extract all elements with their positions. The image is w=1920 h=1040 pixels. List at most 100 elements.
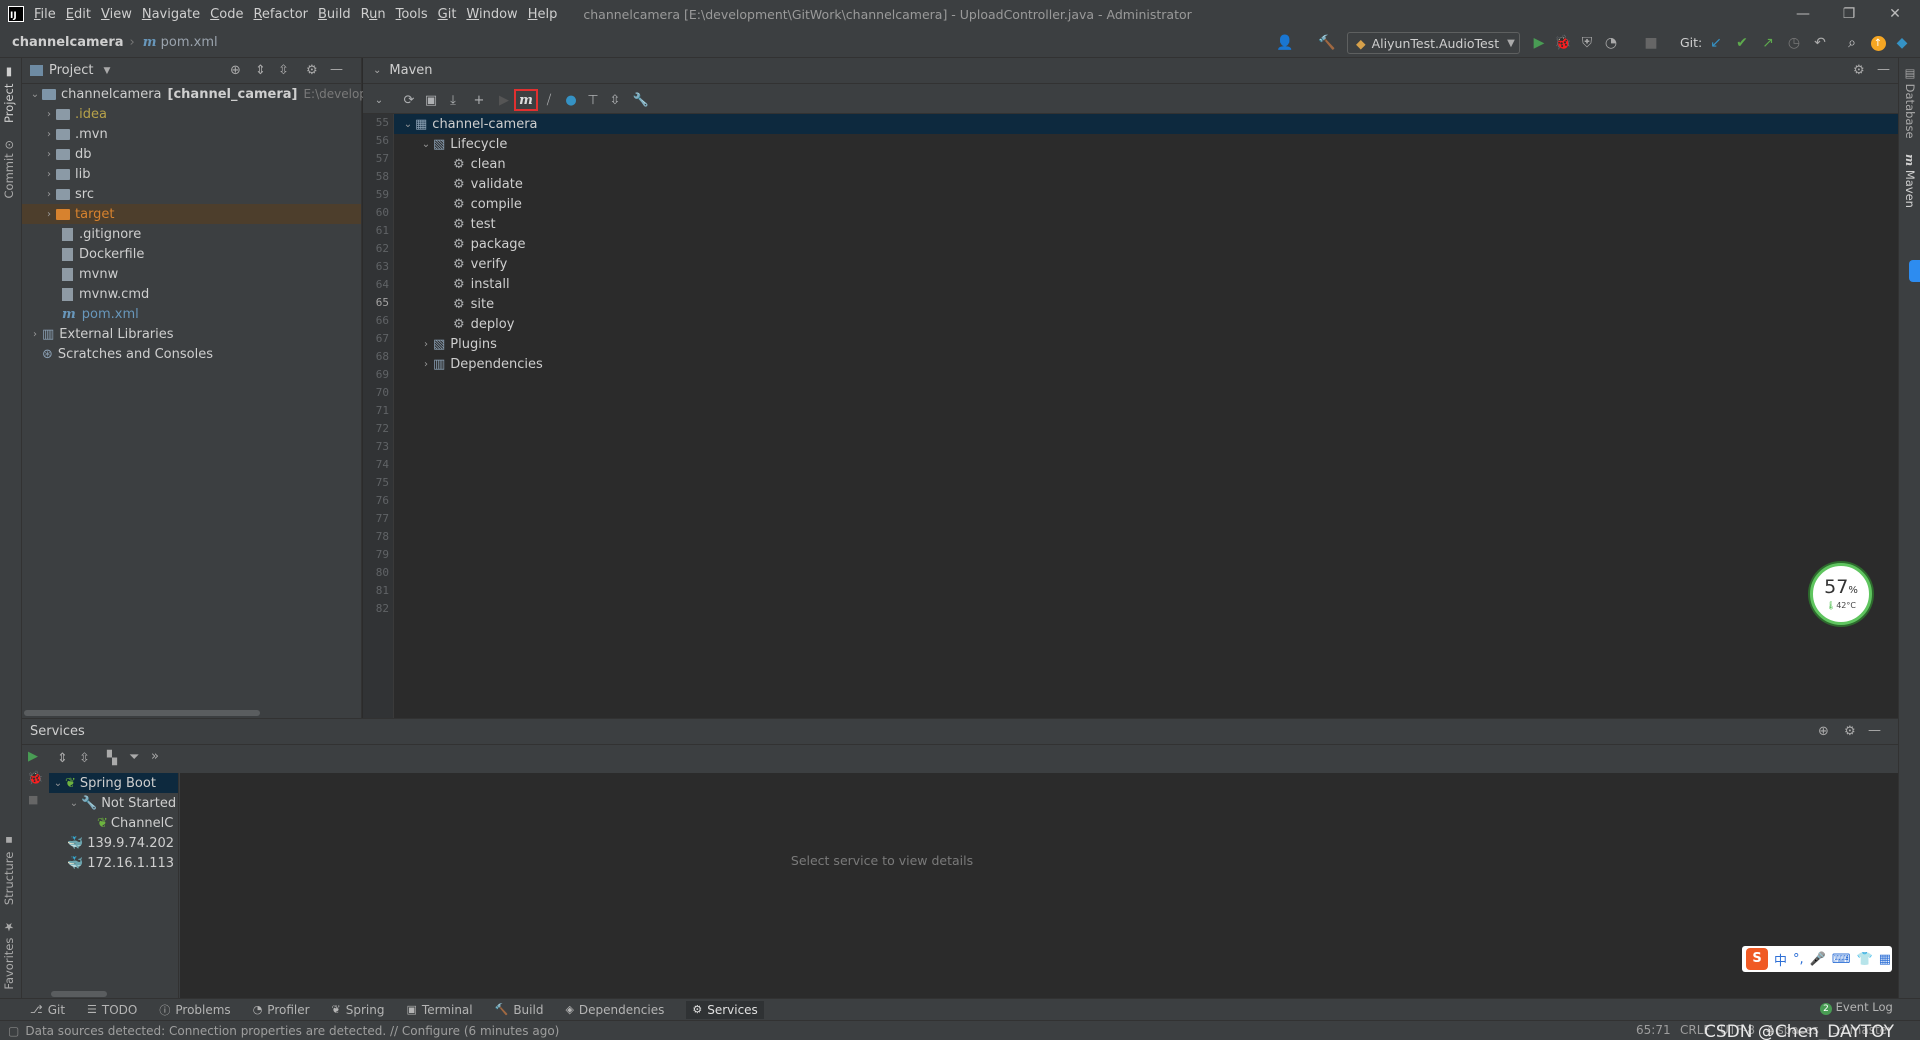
event-log-tab[interactable]: 2 Event Log: [1820, 1000, 1893, 1015]
git-commit-icon[interactable]: ✔: [1733, 34, 1751, 52]
lifecycle-goal-install[interactable]: ⚙ install: [453, 274, 510, 294]
debug-icon[interactable]: 🐞: [27, 771, 43, 786]
locate-icon[interactable]: ⊕: [230, 63, 241, 78]
add-icon[interactable]: +: [469, 90, 489, 110]
host-row[interactable]: 🐳 139.9.74.202: [67, 833, 174, 853]
generate-sources-icon[interactable]: ▣: [421, 90, 441, 110]
search-icon[interactable]: ⌕: [1843, 34, 1861, 52]
ime-lang[interactable]: 中: [1774, 950, 1787, 969]
horizontal-scrollbar[interactable]: [51, 991, 107, 997]
status-message[interactable]: Data sources detected: Connection proper…: [25, 1024, 559, 1038]
tree-item-db[interactable]: › db: [42, 144, 92, 164]
toggle-offline-icon[interactable]: ⧸: [539, 90, 559, 110]
menu-item-build[interactable]: Build: [318, 7, 351, 22]
maven-project-row[interactable]: ⌄ ▦ channel-camera: [401, 114, 538, 134]
gear-icon[interactable]: ⚙: [1844, 724, 1856, 739]
locate-icon[interactable]: ⊕: [1818, 724, 1829, 739]
tree-item-mvnw-cmd[interactable]: mvnw.cmd: [60, 284, 149, 304]
breadcrumb-project[interactable]: channelcamera: [12, 35, 124, 50]
hide-icon[interactable]: —: [1877, 62, 1890, 77]
maven-tool-tab[interactable]: m Maven: [1903, 154, 1917, 208]
close-icon[interactable]: ✕: [1872, 0, 1918, 28]
chevron-down-icon[interactable]: ▼: [103, 66, 110, 76]
group-by-icon[interactable]: ▚: [107, 751, 117, 766]
menu-item-edit[interactable]: Edit: [66, 7, 91, 22]
menu-item-git[interactable]: Git: [438, 7, 457, 22]
reload-icon[interactable]: ⟳: [399, 90, 419, 110]
favorites-tool-tab[interactable]: Favorites ★: [2, 920, 16, 990]
tree-item-dockerfile[interactable]: Dockerfile: [60, 244, 144, 264]
history-icon[interactable]: ◷: [1785, 34, 1803, 52]
tool-tab-spring[interactable]: ❦ Spring: [332, 1003, 385, 1017]
run-icon[interactable]: ▶: [28, 749, 38, 764]
stop-icon[interactable]: ■: [1642, 34, 1660, 52]
tree-root[interactable]: ⌄ channelcamera [channel_camera] E:\deve…: [28, 84, 403, 104]
dependencies-row[interactable]: › ▥ Dependencies: [419, 354, 543, 374]
menu-item-window[interactable]: Window: [466, 7, 517, 22]
shirt-icon[interactable]: 👕: [1857, 952, 1873, 967]
tree-item-scratches[interactable]: ⊛ Scratches and Consoles: [42, 344, 213, 364]
menu-item-file[interactable]: File: [34, 7, 56, 22]
tree-item-mvn[interactable]: › .mvn: [42, 124, 108, 144]
debug-icon[interactable]: 🐞: [1554, 34, 1572, 52]
rollback-icon[interactable]: ↶: [1811, 34, 1829, 52]
lifecycle-goal-verify[interactable]: ⚙ verify: [453, 254, 507, 274]
tool-tab-build[interactable]: 🔨 Build: [495, 1003, 544, 1017]
tool-tab-terminal[interactable]: ▣ Terminal: [407, 1003, 473, 1017]
collapse-all-icon[interactable]: ⇳: [278, 63, 289, 78]
lifecycle-goal-package[interactable]: ⚙ package: [453, 234, 526, 254]
hide-icon[interactable]: —: [330, 62, 343, 77]
minimize-icon[interactable]: —: [1780, 0, 1826, 28]
hide-icon[interactable]: —: [1868, 723, 1881, 738]
spring-boot-row[interactable]: ⌄ ❦ Spring Boot: [51, 773, 156, 793]
lifecycle-goal-test[interactable]: ⚙ test: [453, 214, 496, 234]
jetbrains-toolbox-icon[interactable]: ◆: [1893, 34, 1911, 52]
chevron-down-icon[interactable]: ⌄: [373, 65, 381, 76]
run-icon[interactable]: ▶: [1530, 34, 1548, 52]
caret-position[interactable]: 65:71: [1636, 1023, 1671, 1037]
app-row[interactable]: ❦ ChannelC: [97, 813, 173, 833]
punctuation-icon[interactable]: °,: [1793, 952, 1804, 967]
tree-item-lib[interactable]: › lib: [42, 164, 90, 184]
wrench-icon[interactable]: 🔧: [631, 90, 651, 110]
expand-all-icon[interactable]: ⇕: [255, 63, 266, 78]
lifecycle-row[interactable]: ⌄ ▧ Lifecycle: [419, 134, 508, 154]
status-toggle-icon[interactable]: ▢: [8, 1024, 19, 1038]
project-tool-tab[interactable]: Project ▮: [2, 66, 16, 123]
plugins-row[interactable]: › ▧ Plugins: [419, 334, 497, 354]
structure-tool-tab[interactable]: Structure ▪: [2, 834, 16, 905]
lifecycle-goal-clean[interactable]: ⚙ clean: [453, 154, 506, 174]
keyboard-icon[interactable]: ⌨: [1832, 952, 1851, 967]
lifecycle-goal-site[interactable]: ⚙ site: [453, 294, 494, 314]
restore-icon[interactable]: ❐: [1826, 0, 1872, 28]
host-row[interactable]: 🐳 172.16.1.113: [67, 853, 174, 873]
lifecycle-goal-deploy[interactable]: ⚙ deploy: [453, 314, 514, 334]
menu-item-tools[interactable]: Tools: [396, 7, 428, 22]
menu-item-view[interactable]: View: [101, 7, 132, 22]
stop-icon[interactable]: ■: [28, 793, 38, 806]
chevron-down-icon[interactable]: ⌄: [369, 90, 389, 110]
breadcrumb-file[interactable]: m pom.xml: [143, 35, 218, 50]
git-push-icon[interactable]: ↗: [1759, 34, 1777, 52]
commit-tool-tab[interactable]: Commit ⊙: [2, 140, 16, 198]
tool-tab-git[interactable]: ⎇ Git: [30, 1003, 65, 1017]
menu-item-help[interactable]: Help: [528, 7, 558, 22]
tree-item-idea[interactable]: › .idea: [42, 104, 107, 124]
collapse-all-icon[interactable]: ⇳: [605, 90, 625, 110]
tree-item-target[interactable]: › target: [42, 204, 115, 224]
filter-icon[interactable]: ⏷: [129, 750, 139, 765]
git-update-icon[interactable]: ↙: [1707, 34, 1725, 52]
execute-maven-goal-button[interactable]: m: [514, 89, 538, 111]
tool-tab-profiler[interactable]: ◔ Profiler: [253, 1003, 310, 1017]
user-icon[interactable]: 👤: [1276, 34, 1294, 52]
tree-item-src[interactable]: › src: [42, 184, 94, 204]
tree-item-external-libraries[interactable]: › ▥ External Libraries: [28, 324, 174, 344]
database-tool-tab[interactable]: ▤ Database: [1903, 66, 1917, 139]
skip-tests-icon[interactable]: ●: [561, 90, 581, 110]
update-icon[interactable]: ↑: [1869, 34, 1887, 52]
not-started-row[interactable]: ⌄ 🔧 Not Started: [67, 793, 176, 813]
download-icon[interactable]: ⤓: [443, 90, 463, 110]
tool-tab-todo[interactable]: ☰ TODO: [87, 1003, 137, 1017]
coverage-icon[interactable]: ⛨: [1578, 34, 1596, 52]
tool-tab-problems[interactable]: ⓘ Problems: [159, 1002, 230, 1018]
